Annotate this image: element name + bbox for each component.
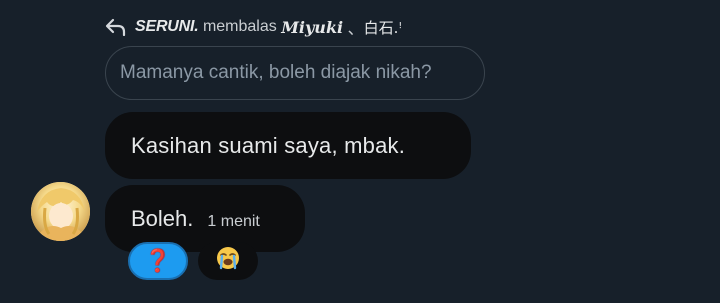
reply-separator: 、	[347, 21, 364, 38]
avatar-image	[31, 182, 90, 241]
avatar[interactable]	[31, 182, 90, 241]
reply-target-tag[interactable]: 白石.ꜝ	[364, 17, 403, 38]
quoted-message-text: Mamanya cantik, boleh diajak nikah?	[120, 62, 432, 83]
red-question-mark-icon: ❓	[144, 248, 172, 274]
message-bubble[interactable]: Kasihan suami saya, mbak.	[105, 112, 471, 179]
message-timestamp: 1 menit	[207, 212, 260, 230]
chat-window: SERUNI. membalas Miyuki 、 白石.ꜝ Mamanya c…	[0, 0, 720, 303]
reply-target-name[interactable]: Miyuki	[281, 18, 343, 37]
reaction-question-button[interactable]: ❓	[128, 242, 188, 280]
reply-context-header: SERUNI. membalas Miyuki 、 白石.ꜝ	[105, 14, 402, 40]
reply-arrow-icon	[105, 17, 127, 37]
reaction-bar: ❓	[128, 242, 258, 280]
reaction-crying-button[interactable]	[198, 242, 258, 280]
reply-author-name[interactable]: SERUNI.	[135, 18, 199, 36]
loudly-crying-face-icon	[215, 245, 241, 277]
message-text: Kasihan suami saya, mbak.	[131, 132, 406, 158]
quoted-message[interactable]: Mamanya cantik, boleh diajak nikah?	[105, 46, 485, 100]
message-text: Boleh.	[131, 205, 194, 231]
reply-action-text: membalas	[202, 18, 277, 35]
